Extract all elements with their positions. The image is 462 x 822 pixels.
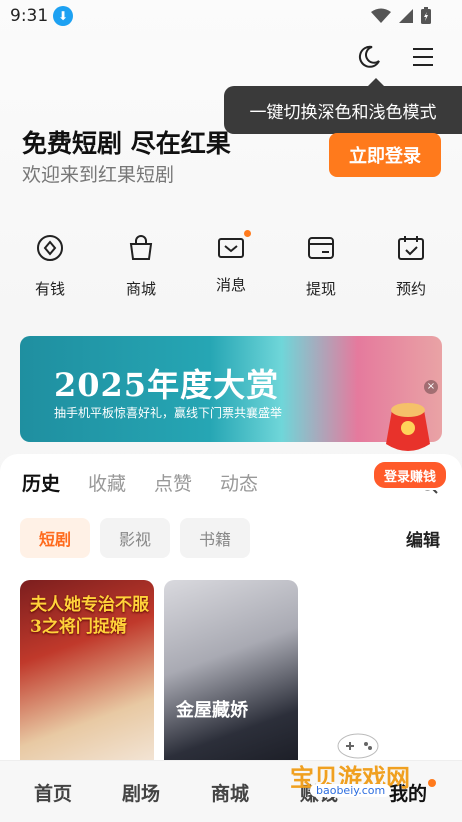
nav-theater[interactable]: 剧场	[122, 779, 160, 806]
chip-books[interactable]: 书籍	[180, 518, 250, 558]
login-button[interactable]: 立即登录	[329, 133, 441, 177]
nav-mall[interactable]: 商城	[211, 779, 249, 806]
moon-icon[interactable]	[356, 44, 382, 70]
quick-menu: 有钱 商城 消息 提现 预约	[0, 230, 462, 304]
system-icons	[370, 7, 432, 25]
nav-home[interactable]: 首页	[34, 779, 72, 806]
tab-history[interactable]: 历史	[22, 469, 60, 496]
watermark: 宝贝游戏网 baobeiy.com	[290, 728, 440, 798]
content-panel: 历史 收藏 点赞 动态 短剧 影视 书籍 编辑 夫人她专治不服3之将门捉婿 金屋…	[0, 454, 462, 770]
wifi-icon	[371, 8, 391, 23]
tab-likes[interactable]: 点赞	[154, 469, 192, 496]
edit-button[interactable]: 编辑	[406, 526, 440, 551]
watermark-url: baobeiy.com	[310, 784, 392, 797]
quick-item-mall[interactable]: 商城	[111, 234, 171, 299]
drama-card[interactable]: 金屋藏娇	[164, 580, 298, 770]
battery-icon	[421, 7, 431, 24]
category-chips: 短剧 影视 书籍	[20, 518, 250, 558]
banner-subtitle: 抽手机平板惊喜好礼，赢线下门票共襄盛举	[54, 406, 283, 420]
gamepad-icon	[337, 733, 379, 759]
content-tabs: 历史 收藏 点赞 动态	[22, 469, 258, 496]
theme-tooltip: 一键切换深色和浅色模式	[224, 78, 462, 134]
earn-badge[interactable]: 登录赚钱	[372, 460, 448, 490]
top-actions	[356, 44, 436, 70]
card-title: 金屋藏娇	[176, 700, 248, 721]
signal-icon	[399, 9, 413, 23]
banner-title: 2025年度大赏	[54, 366, 280, 404]
tab-activity[interactable]: 动态	[220, 469, 258, 496]
quick-item-money[interactable]: 有钱	[20, 234, 80, 299]
unread-dot	[244, 230, 251, 237]
quick-item-label: 商城	[125, 280, 156, 298]
quick-item-label: 预约	[395, 280, 426, 298]
shopping-bag-icon	[129, 235, 153, 260]
page-headline: 免费短剧 尽在红果	[22, 129, 231, 158]
history-cards: 夫人她专治不服3之将门捉婿 金屋藏娇	[20, 580, 298, 770]
mail-icon	[218, 238, 244, 258]
card-title: 夫人她专治不服3之将门捉婿	[30, 595, 149, 637]
profile-page: 9:31 ⬇ 一键切换深色和浅色模式 免费短剧 尽在红果 欢迎来到红果短剧 立即…	[0, 0, 462, 822]
calendar-check-icon	[398, 236, 424, 260]
wallet-icon	[308, 237, 334, 259]
menu-icon[interactable]	[410, 44, 436, 70]
status-bar: 9:31 ⬇	[0, 0, 462, 34]
chip-short-drama[interactable]: 短剧	[20, 518, 90, 558]
tab-favorites[interactable]: 收藏	[88, 469, 126, 496]
status-time: 9:31	[10, 6, 49, 26]
red-envelope-icon[interactable]	[378, 388, 438, 458]
drama-card[interactable]: 夫人她专治不服3之将门捉婿	[20, 580, 154, 770]
quick-item-label: 有钱	[34, 280, 65, 298]
chip-film[interactable]: 影视	[100, 518, 170, 558]
quick-item-label: 提现	[305, 280, 336, 298]
download-icon: ⬇	[53, 6, 73, 26]
quick-item-messages[interactable]: 消息	[201, 230, 261, 295]
quick-item-withdraw[interactable]: 提现	[291, 234, 351, 299]
page-subline: 欢迎来到红果短剧	[22, 164, 175, 186]
quick-item-label: 消息	[215, 276, 246, 294]
quick-item-reserve[interactable]: 预约	[381, 234, 441, 299]
coin-icon	[37, 235, 63, 261]
